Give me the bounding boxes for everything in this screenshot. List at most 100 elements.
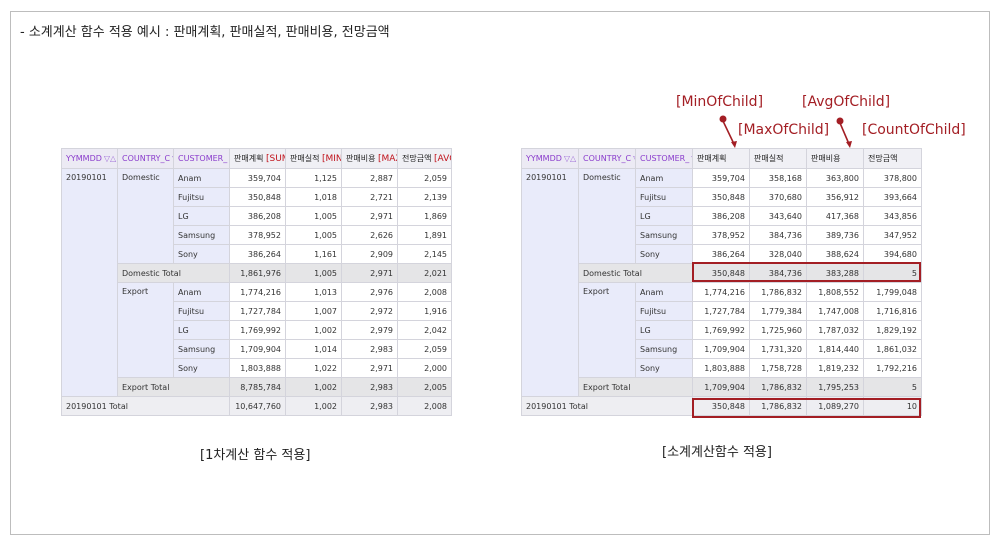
value-cell: 2,887	[341, 168, 398, 188]
value-cell: 2,005	[397, 377, 452, 397]
grand-total-label: 20190101 Total	[521, 396, 693, 416]
value-cell: 10	[863, 396, 922, 416]
value-cell: 359,704	[229, 168, 286, 188]
subtotal-label: Domestic Total	[578, 263, 693, 283]
customer-cell: Sony	[173, 358, 230, 378]
grand-total-label: 20190101 Total	[61, 396, 230, 416]
header-yymmdd[interactable]: YYMMDD ▽△	[521, 148, 579, 169]
value-cell: 384,736	[749, 225, 807, 245]
value-cell: 1,774,216	[229, 282, 286, 302]
value-cell: 1,005	[285, 263, 342, 283]
customer-cell: Sony	[635, 358, 693, 378]
page-heading: - 소계계산 함수 적용 예시 : 판매계획, 판매실적, 판매비용, 전망금액	[20, 25, 390, 40]
value-cell: 1,891	[397, 225, 452, 245]
header-forecast[interactable]: 전망금액	[863, 148, 922, 169]
value-cell: 363,800	[806, 168, 864, 188]
value-cell: 378,952	[229, 225, 286, 245]
customer-cell: Samsung	[635, 225, 693, 245]
customer-cell: Fujitsu	[635, 187, 693, 207]
value-cell: 350,848	[229, 187, 286, 207]
customer-cell: LG	[635, 320, 693, 340]
header-sales-actual[interactable]: 판매실적 [MIN]	[285, 148, 342, 169]
value-cell: 1,709,904	[692, 339, 750, 359]
value-cell: 1,005	[285, 206, 342, 226]
value-cell: 1,002	[285, 377, 342, 397]
country-cell-domestic: Domestic	[117, 168, 174, 264]
value-cell: 2,008	[397, 282, 452, 302]
header-country[interactable]: COUNTRY_C▽△	[117, 148, 174, 169]
value-cell: 2,979	[341, 320, 398, 340]
customer-cell: Sony	[635, 244, 693, 264]
value-cell: 1,787,032	[806, 320, 864, 340]
customer-cell: Fujitsu	[173, 301, 230, 321]
callout-count-of-child: [CountOfChild]	[862, 122, 966, 138]
value-cell: 343,856	[863, 206, 922, 226]
value-cell: 2,971	[341, 263, 398, 283]
value-cell: 5	[863, 377, 922, 397]
header-sales-cost[interactable]: 판매비용 [MAX]	[341, 148, 398, 169]
customer-cell: Anam	[173, 168, 230, 188]
value-cell: 1,786,832	[749, 377, 807, 397]
header-sales-actual[interactable]: 판매실적	[749, 148, 807, 169]
value-cell: 1,814,440	[806, 339, 864, 359]
header-row: YYMMDD▽△ COUNTRY_C▽△ CUSTOMER_▽△ 판매계획 판매…	[521, 148, 922, 169]
agg-max-label: [MAX]	[378, 154, 397, 164]
value-cell: 2,983	[341, 377, 398, 397]
value-cell: 2,972	[341, 301, 398, 321]
value-cell: 2,059	[397, 339, 452, 359]
pivot-grid-first-calc: YYMMDD▽△ COUNTRY_C▽△ CUSTOMER_▽△ 판매계획 [S…	[61, 148, 452, 416]
agg-min-label: [MIN]	[322, 154, 341, 164]
value-cell: 1,774,216	[692, 282, 750, 302]
date-cell: 20190101	[521, 168, 579, 397]
value-cell: 1,709,904	[692, 377, 750, 397]
callout-min-of-child: [MinOfChild]	[676, 94, 764, 110]
value-cell: 386,264	[229, 244, 286, 264]
value-cell: 2,909	[341, 244, 398, 264]
header-sales-plan[interactable]: 판매계획 [SUM]	[229, 148, 286, 169]
value-cell: 386,208	[692, 206, 750, 226]
value-cell: 2,971	[341, 206, 398, 226]
header-sales-plan[interactable]: 판매계획	[692, 148, 750, 169]
value-cell: 2,145	[397, 244, 452, 264]
value-cell: 1,799,048	[863, 282, 922, 302]
value-cell: 1,022	[285, 358, 342, 378]
value-cell: 1,861,976	[229, 263, 286, 283]
table-row: Export Anam 1,774,216 1,013 2,976 2,008	[62, 282, 452, 378]
value-cell: 378,800	[863, 168, 922, 188]
value-cell: 1,013	[285, 282, 342, 302]
header-yymmdd[interactable]: YYMMDD ▽△	[61, 148, 118, 169]
value-cell: 350,848	[692, 187, 750, 207]
value-cell: 1,808,552	[806, 282, 864, 302]
subtotal-label: Domestic Total	[117, 263, 230, 283]
value-cell: 2,139	[397, 187, 452, 207]
value-cell: 343,640	[749, 206, 807, 226]
customer-cell: Anam	[635, 282, 693, 302]
value-cell: 2,626	[341, 225, 398, 245]
header-customer[interactable]: CUSTOMER_▽△	[173, 148, 230, 169]
value-cell: 1,786,832	[749, 282, 807, 302]
header-country[interactable]: COUNTRY_C▽△	[578, 148, 636, 169]
value-cell: 2,971	[341, 358, 398, 378]
value-cell: 1,731,320	[749, 339, 807, 359]
value-cell: 358,168	[749, 168, 807, 188]
subtotal-row: Domestic Total 350,848 384,736 383,288 5	[522, 263, 922, 283]
value-cell: 1,014	[285, 339, 342, 359]
country-cell-export: Export	[117, 282, 174, 378]
customer-cell: Samsung	[173, 225, 230, 245]
country-cell-export: Export	[578, 282, 636, 378]
header-customer[interactable]: CUSTOMER_▽△	[635, 148, 693, 169]
filter-sort-icon[interactable]: ▽△	[104, 154, 116, 163]
value-cell: 1,758,728	[749, 358, 807, 378]
value-cell: 2,983	[341, 339, 398, 359]
filter-sort-icon[interactable]: ▽△	[564, 154, 576, 163]
value-cell: 356,912	[806, 187, 864, 207]
header-sales-cost[interactable]: 판매비용	[806, 148, 864, 169]
value-cell: 1,786,832	[749, 396, 807, 416]
value-cell: 1,161	[285, 244, 342, 264]
value-cell: 1,725,960	[749, 320, 807, 340]
customer-cell: Samsung	[635, 339, 693, 359]
subtotal-row: Export Total 8,785,784 1,002 2,983 2,005	[62, 377, 452, 397]
value-cell: 383,288	[806, 263, 864, 283]
value-cell: 1,727,784	[692, 301, 750, 321]
header-forecast[interactable]: 전망금액 [AVG]	[397, 148, 452, 169]
